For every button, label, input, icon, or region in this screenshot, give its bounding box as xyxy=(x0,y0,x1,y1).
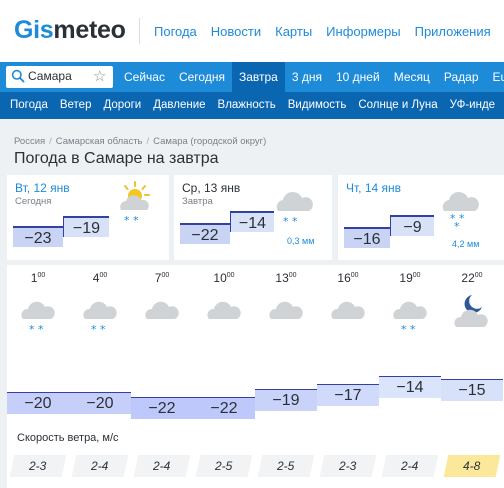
subnav-item-5[interactable]: Видимость xyxy=(282,92,353,119)
tab-5[interactable]: Месяц xyxy=(387,62,437,92)
gismeteo-logo[interactable]: Gismeteo xyxy=(14,16,126,45)
top-nav: Погода Новости Карты Информеры Приложени… xyxy=(154,24,504,39)
hour-temp: −22 xyxy=(193,396,255,419)
hour-temp: −20 xyxy=(7,391,69,414)
partly-cloudy-snow-icon: * * xyxy=(120,181,150,226)
tab-1[interactable]: Сегодня xyxy=(172,62,232,92)
forecast-tabs-bar: Самара ☆ Сейчас Сегодня Завтра 3 дня 10 дней… xyxy=(0,62,504,92)
day-min-temp: −16 xyxy=(344,227,390,248)
hour-label: 400 xyxy=(92,271,108,285)
day-card-3[interactable]: Чт, 14 янв −16 −9 * * * 4,2 мм xyxy=(338,175,504,260)
forecast-tabs: Сейчас Сегодня Завтра 3 дня 10 дней Месяц Рада… xyxy=(117,62,504,92)
hour-label: 1000 xyxy=(213,271,235,285)
wind-speed-cell: 2-4 xyxy=(71,455,129,477)
day-date: Ср, 13 янв xyxy=(182,181,241,195)
subnav-item-7[interactable]: УФ-инде xyxy=(444,92,501,119)
tab-2[interactable]: Завтра xyxy=(231,62,285,92)
day-max-temp: −19 xyxy=(63,216,109,237)
day-date: Вт, 12 янв xyxy=(15,181,70,195)
city-search-value: Самара xyxy=(28,69,72,83)
svg-text:*: * xyxy=(454,220,460,231)
wind-speed-cell: 2-5 xyxy=(195,455,253,477)
subnav-item-2[interactable]: Дороги xyxy=(97,92,147,119)
star-icon[interactable]: ☆ xyxy=(93,67,106,85)
wind-speed-cell: 2-4 xyxy=(133,455,191,477)
wind-speed-cell: 2-4 xyxy=(381,455,439,477)
tab-6[interactable]: Радар xyxy=(437,62,486,92)
night-cloudy-icon xyxy=(454,295,488,327)
svg-text:* *: * * xyxy=(91,323,106,336)
cloudy-snow-icon: * * xyxy=(83,301,117,336)
city-search-input[interactable]: Самара ☆ xyxy=(6,66,113,88)
day-card-1[interactable]: Вт, 12 янв Сегодня −23 −19 * * xyxy=(7,175,169,260)
hour-label: 100 xyxy=(30,271,46,285)
breadcrumb-country[interactable]: Россия xyxy=(14,136,45,147)
day-max-temp: −9 xyxy=(390,215,434,236)
hour-temp: −22 xyxy=(131,396,193,419)
cloudy-snow-icon: * * xyxy=(21,301,55,336)
tab-7[interactable]: Eu xyxy=(486,62,504,92)
tab-3[interactable]: 3 дня xyxy=(285,62,329,92)
top-header: Gismeteo Погода Новости Карты Информеры … xyxy=(0,0,504,60)
wind-speed-cell: 2-5 xyxy=(257,455,315,477)
main-content: Россия / Самарская область / Самара (городск… xyxy=(0,119,504,488)
day-date: Чт, 14 янв xyxy=(346,181,402,195)
subnav-item-6[interactable]: Солнце и Луна xyxy=(352,92,443,119)
cloudy-snow-icon: * * xyxy=(393,301,427,336)
breadcrumb-city[interactable]: Самара (городской округ) xyxy=(153,136,266,147)
wind-speed-cell: 4-8 xyxy=(443,455,501,477)
hourly-forecast: Скорость ветра, м/с 100 * * −20 2-3 400 * * −2… xyxy=(7,265,504,488)
breadcrumb: Россия / Самарская область / Самара (городск… xyxy=(14,136,267,147)
svg-text:* *: * * xyxy=(124,214,139,226)
day-sub: Завтра xyxy=(182,196,213,207)
hour-label: 1900 xyxy=(399,271,421,285)
top-nav-apps[interactable]: Приложения xyxy=(415,24,491,39)
hour-temp: −14 xyxy=(379,376,441,398)
hour-temp: −15 xyxy=(441,378,503,401)
page-title: Погода в Самаре на завтра xyxy=(14,150,219,167)
cloudy-snow-icon: * * * xyxy=(442,191,479,231)
search-icon xyxy=(11,69,25,83)
weather-params-nav: Погода Ветер Дороги Давление Влажность Видимо… xyxy=(0,92,504,119)
day-max-temp: −14 xyxy=(230,211,274,232)
hour-temp: −20 xyxy=(69,391,131,414)
hour-temp: −17 xyxy=(317,383,379,406)
wind-speed-cell: 2-3 xyxy=(9,455,67,477)
tab-0[interactable]: Сейчас xyxy=(117,62,172,92)
top-nav-informers[interactable]: Информеры xyxy=(326,24,400,39)
svg-text:* *: * * xyxy=(401,323,416,336)
hour-label: 700 xyxy=(154,271,170,285)
subnav-item-4[interactable]: Влажность xyxy=(212,92,282,119)
cloudy-snow-icon: * * xyxy=(276,191,313,228)
subnav-item-1[interactable]: Ветер xyxy=(54,92,98,119)
day-precip: 4,2 мм xyxy=(452,239,480,249)
cloudy-icon xyxy=(145,301,179,319)
svg-text:* *: * * xyxy=(29,323,44,336)
subnav-item-0[interactable]: Погода xyxy=(0,92,54,119)
cloudy-icon xyxy=(269,301,303,319)
day-card-2[interactable]: Ср, 13 янв Завтра −22 −14 * * 0,3 мм xyxy=(174,175,332,260)
day-precip: 0,3 мм xyxy=(287,236,315,246)
cloudy-icon xyxy=(207,301,241,319)
top-nav-news[interactable]: Новости xyxy=(211,24,261,39)
svg-text:* *: * * xyxy=(283,215,298,228)
subnav-item-3[interactable]: Давление xyxy=(147,92,211,119)
day-min-temp: −23 xyxy=(13,226,63,247)
breadcrumb-region[interactable]: Самарская область xyxy=(56,136,143,147)
hour-label: 2200 xyxy=(461,271,483,285)
top-nav-weather[interactable]: Погода xyxy=(154,24,197,39)
day-min-temp: −22 xyxy=(180,223,230,244)
top-nav-maps[interactable]: Карты xyxy=(275,24,312,39)
hour-temp: −19 xyxy=(255,389,317,411)
day-sub: Сегодня xyxy=(15,196,52,207)
tab-4[interactable]: 10 дней xyxy=(329,62,387,92)
wind-speed-label: Скорость ветра, м/с xyxy=(17,432,119,444)
hour-label: 1300 xyxy=(275,271,297,285)
logo-divider xyxy=(139,18,140,44)
wind-speed-cell: 2-3 xyxy=(319,455,377,477)
hour-label: 1600 xyxy=(337,271,359,285)
cloudy-icon xyxy=(331,301,365,319)
